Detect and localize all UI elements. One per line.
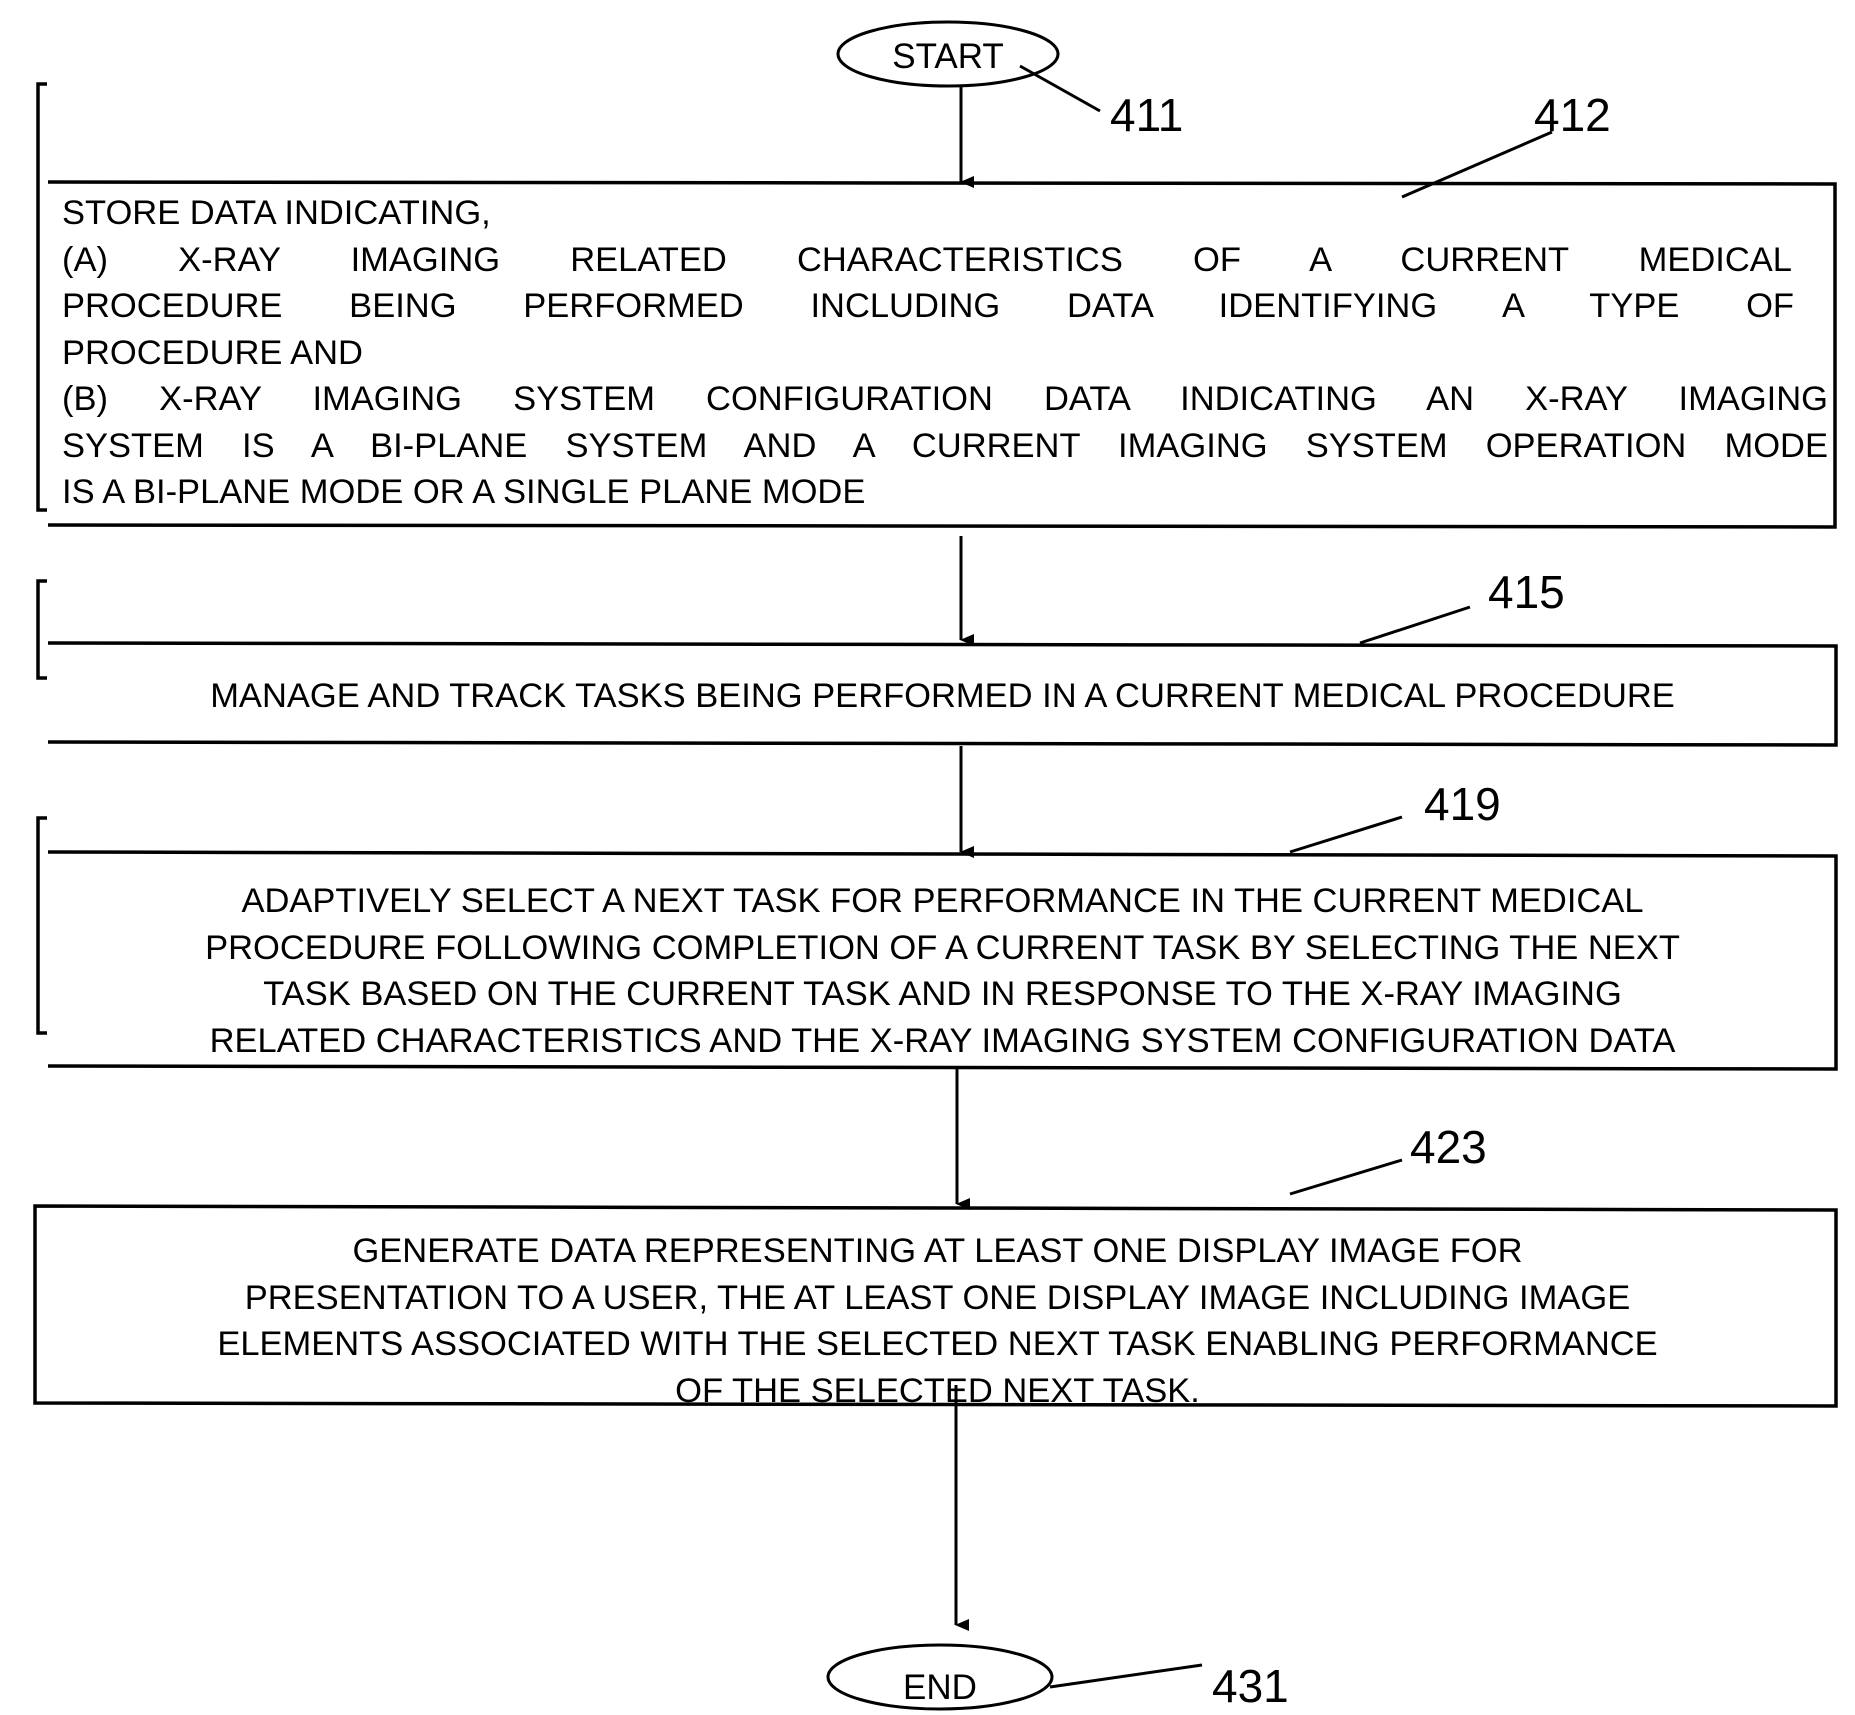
step-419-line: PROCEDURE FOLLOWING COMPLETION OF A CURR… [205,928,1680,967]
ref-423: 423 [1410,1121,1487,1173]
step-423-line: GENERATE DATA REPRESENTING AT LEAST ONE … [352,1232,1523,1270]
step-415-line: MANAGE AND TRACK TASKS BEING PERFORMED I… [210,677,1675,715]
ref-415-leader [1359,605,1471,645]
step-423-line: OF THE SELECTED NEXT TASK. [675,1371,1200,1410]
step-423-line: ELEMENTS ASSOCIATED WITH THE SELECTED NE… [217,1325,1658,1363]
step-412-line: (A) X-RAY IMAGING RELATED CHARACTERISTIC… [62,240,1792,279]
ref-431: 431 [1212,1660,1289,1712]
step-412-text: STORE DATA INDICATING, (A) X-RAY IMAGING… [62,190,1828,516]
step-419-line: RELATED CHARACTERISTICS AND THE X-RAY IM… [209,1021,1676,1060]
ref-431-leader [1049,1663,1203,1689]
step-415 [36,579,1838,747]
ref-419: 419 [1424,778,1501,830]
ref-423-leader [1289,1158,1403,1196]
ref-412: 412 [1534,89,1611,141]
step-412-line: PROCEDURE BEING PERFORMED INCLUDING DATA… [62,287,1794,325]
ref-419-leader [1289,815,1403,854]
step-419-text: ADAPTIVELY SELECT A NEXT TASK FOR PERFOR… [55,878,1830,1064]
bracket-412 [36,82,47,512]
step-412-line: IS A BI-PLANE MODE OR A SINGLE PLANE MOD… [62,473,866,511]
step-423-line: PRESENTATION TO A USER, THE AT LEAST ONE… [244,1278,1631,1317]
step-415-text: MANAGE AND TRACK TASKS BEING PERFORMED I… [60,673,1825,720]
end-label: END [903,1668,977,1707]
end-terminal: END [826,1643,1054,1711]
start-terminal: START [836,20,1060,88]
step-419-line: ADAPTIVELY SELECT A NEXT TASK FOR PERFOR… [241,882,1644,920]
step-412-line: (B) X-RAY IMAGING SYSTEM CONFIGURATION D… [62,380,1828,418]
ref-411-leader [1019,64,1101,113]
bracket-419 [36,816,47,1035]
ref-415: 415 [1488,566,1565,618]
ref-412-leader [1401,130,1553,199]
ref-411: 411 [1110,89,1183,141]
step-412-line: STORE DATA INDICATING, [62,194,491,232]
start-label: START [892,37,1004,76]
step-423-text: GENERATE DATA REPRESENTING AT LEAST ONE … [45,1228,1830,1414]
bracket-415 [36,579,47,680]
step-419-line: TASK BASED ON THE CURRENT TASK AND IN RE… [263,975,1622,1013]
step-412-line: PROCEDURE AND [62,333,363,372]
step-412-line: SYSTEM IS A BI-PLANE SYSTEM AND A CURREN… [62,426,1828,465]
